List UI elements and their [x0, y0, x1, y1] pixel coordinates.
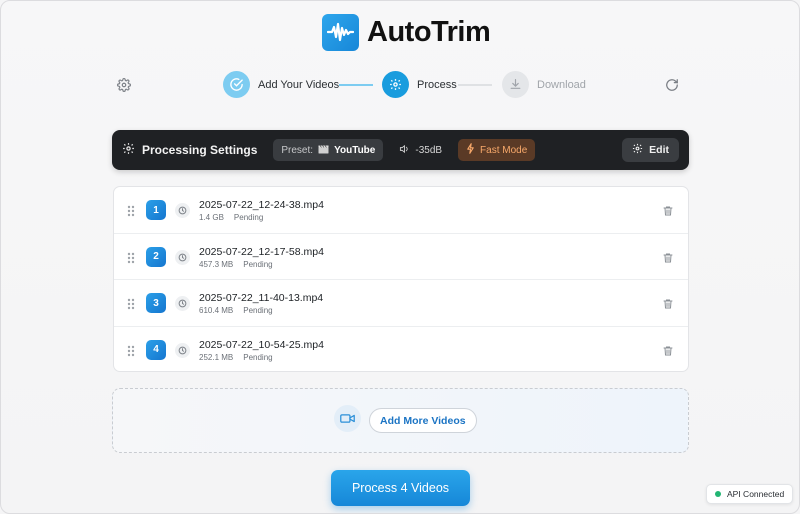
step-add-videos[interactable]: Add Your Videos — [223, 71, 339, 98]
edit-label: Edit — [649, 144, 669, 156]
file-size: 457.3 MB — [199, 259, 234, 269]
file-index-badge: 2 — [146, 246, 166, 267]
file-name: 2025-07-22_12-24-38.mp4 — [199, 199, 324, 211]
status-dot-icon — [715, 491, 721, 497]
drag-handle-icon[interactable] — [127, 251, 135, 263]
file-status: Pending — [233, 213, 264, 222]
lightning-icon — [466, 143, 475, 157]
gear-icon — [122, 142, 135, 158]
clapperboard-icon — [318, 144, 329, 157]
drag-handle-icon[interactable] — [127, 344, 135, 356]
api-status-label: API Connected — [727, 489, 785, 499]
file-status: Pending — [243, 306, 273, 315]
trash-icon[interactable] — [662, 344, 674, 356]
file-status: Pending — [243, 352, 273, 362]
fast-mode-label: Fast Mode — [480, 144, 528, 156]
drag-handle-icon[interactable] — [127, 297, 135, 310]
app-window: AutoTrim Add Your Videos Process Downloa… — [0, 0, 800, 514]
file-name: 2025-07-22_10-54-25.mp4 — [199, 338, 324, 351]
clock-icon — [175, 203, 190, 218]
step-label: Add Your Videos — [258, 78, 340, 91]
api-status-indicator: API Connected — [706, 484, 794, 504]
file-list: 1 2025-07-22_12-24-38.mp4 1.4 GB Pending… — [113, 186, 689, 372]
file-row[interactable]: 2 2025-07-22_12-17-58.mp4 457.3 MB Pendi… — [114, 234, 688, 280]
gear-icon — [632, 143, 643, 157]
refresh-icon[interactable] — [663, 76, 681, 94]
clock-icon — [175, 249, 190, 265]
file-size: 610.4 MB — [199, 306, 234, 315]
file-row[interactable]: 3 2025-07-22_11-40-13.mp4 610.4 MB Pendi… — [114, 280, 688, 327]
check-circle-icon — [223, 71, 250, 98]
step-download[interactable]: Download — [502, 71, 586, 98]
drag-handle-icon[interactable] — [127, 204, 135, 217]
fast-mode-badge: Fast Mode — [458, 139, 536, 161]
file-row[interactable]: 1 2025-07-22_12-24-38.mp4 1.4 GB Pending — [114, 187, 688, 234]
clock-icon — [175, 342, 190, 358]
file-index-badge: 4 — [146, 339, 166, 360]
file-meta: 457.3 MB Pending — [199, 260, 273, 269]
video-dropzone[interactable]: Add More Videos — [112, 388, 689, 453]
add-more-videos-button[interactable]: Add More Videos — [369, 408, 477, 433]
speaker-icon — [399, 144, 410, 157]
step-connector — [458, 84, 492, 86]
preset-value: YouTube — [334, 144, 376, 156]
trash-icon[interactable] — [662, 251, 674, 263]
step-connector — [339, 84, 373, 86]
processing-settings-bar: Processing Settings Preset: YouTube -35d… — [112, 130, 689, 170]
video-camera-icon — [334, 405, 361, 432]
preset-chip[interactable]: Preset: YouTube — [273, 139, 384, 161]
settings-title: Processing Settings — [122, 142, 257, 158]
trash-icon[interactable] — [662, 297, 674, 309]
file-size: 252.1 MB — [199, 352, 234, 362]
file-index-badge: 3 — [146, 293, 166, 313]
step-label: Process — [417, 78, 457, 91]
file-index-badge: 1 — [146, 200, 166, 220]
file-meta: 610.4 MB Pending — [199, 306, 273, 315]
file-row[interactable]: 4 2025-07-22_10-54-25.mp4 252.1 MB Pendi… — [114, 327, 688, 372]
settings-gear-icon[interactable] — [115, 76, 133, 94]
step-process[interactable]: Process — [382, 71, 457, 98]
settings-title-label: Processing Settings — [142, 143, 258, 157]
file-size: 1.4 GB — [199, 213, 224, 222]
download-icon — [502, 71, 529, 98]
gear-icon — [382, 71, 409, 98]
file-meta: 252.1 MB Pending — [199, 353, 273, 362]
volume-threshold: -35dB — [399, 144, 442, 157]
file-status: Pending — [243, 259, 273, 269]
trash-icon[interactable] — [662, 204, 674, 216]
waveform-logo-icon — [322, 13, 359, 51]
file-meta: 1.4 GB Pending — [199, 213, 263, 222]
file-name: 2025-07-22_11-40-13.mp4 — [199, 292, 324, 304]
file-name: 2025-07-22_12-17-58.mp4 — [199, 245, 324, 258]
app-logo: AutoTrim — [322, 13, 491, 51]
clock-icon — [175, 296, 190, 311]
preset-key: Preset: — [281, 144, 314, 156]
volume-value: -35dB — [415, 144, 443, 156]
app-title: AutoTrim — [367, 15, 491, 48]
process-videos-button[interactable]: Process 4 Videos — [331, 470, 470, 506]
step-label: Download — [537, 78, 586, 91]
edit-settings-button[interactable]: Edit — [622, 138, 679, 162]
